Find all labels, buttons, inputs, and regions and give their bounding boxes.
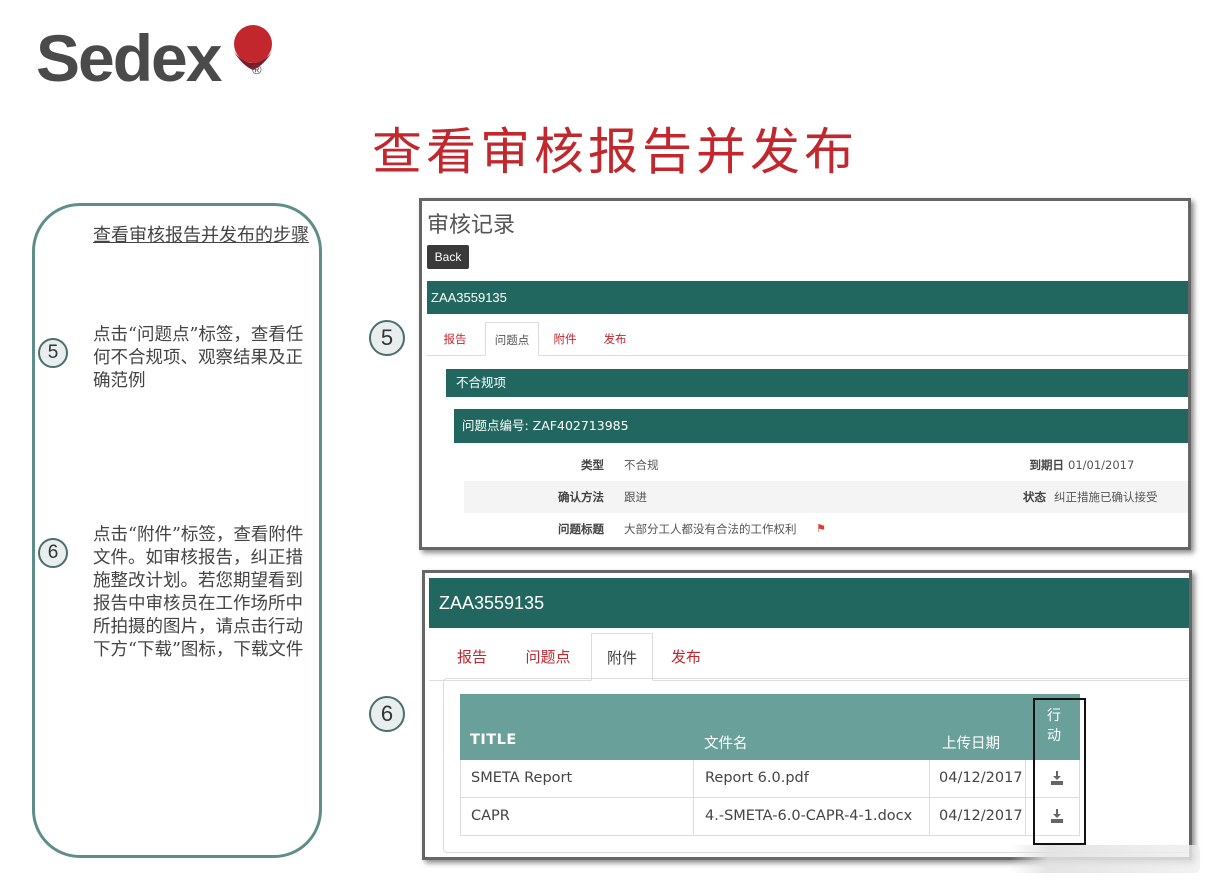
table-row: SMETA Report Report 6.0.pdf 04/12/2017	[460, 760, 1080, 798]
column-header-title: TITLE	[470, 732, 517, 748]
flag-icon: ⚑	[816, 522, 826, 535]
step-text: 点击“问题点”标签，查看任何不合规项、观察结果及正确范例	[93, 325, 304, 391]
detail-value: 纠正措施已确认接受	[1054, 490, 1158, 504]
audit-id-bar: ZAA3559135	[429, 578, 1189, 628]
detail-value: 01/01/2017	[1068, 458, 1135, 472]
tab-attachments[interactable]: 附件	[591, 633, 653, 681]
column-divider	[693, 760, 694, 836]
tab-report[interactable]: 报告	[451, 633, 493, 681]
detail-value: 不合规	[624, 458, 659, 472]
column-header-upload-date: 上传日期	[942, 736, 1000, 752]
logo-registered-mark: ®	[252, 62, 262, 77]
step-number-badge: 6	[38, 538, 68, 568]
cell-upload-date: 04/12/2017	[939, 770, 1023, 786]
step-text: 点击“附件”标签，查看附件文件。如审核报告，纠正措施整改计划。若您期望看到报告中…	[93, 525, 304, 660]
detail-label: 问题标题	[558, 522, 604, 536]
back-button[interactable]: Back	[427, 245, 469, 269]
detail-label: 类型	[581, 458, 604, 472]
column-divider	[1025, 760, 1026, 836]
detail-label: 确认方法	[558, 490, 604, 504]
detail-value: 跟进	[624, 490, 647, 504]
watermark-blur	[1010, 845, 1200, 873]
column-header-filename: 文件名	[704, 736, 748, 752]
cell-title: CAPR	[471, 808, 510, 824]
step-marker-5: 5	[369, 320, 405, 356]
cell-filename: 4.-SMETA-6.0-CAPR-4-1.docx	[705, 808, 913, 824]
column-divider	[929, 760, 930, 836]
tab-issues[interactable]: 问题点	[519, 633, 577, 681]
step-marker-6: 6	[369, 696, 405, 732]
section-header-noncompliance[interactable]: 不合规项	[446, 369, 1188, 397]
page-title: 查看审核报告并发布	[372, 123, 858, 181]
cell-upload-date: 04/12/2017	[939, 808, 1023, 824]
attachments-screenshot: ZAA3559135 报告 问题点 附件 发布 TITLE 文件名 上传日期 行…	[422, 570, 1192, 860]
tab-bar: 报告 问题点 附件 发布	[427, 322, 1188, 356]
sedex-logo: Sedex	[36, 18, 222, 98]
table-row: CAPR 4.-SMETA-6.0-CAPR-4-1.docx 04/12/20…	[460, 798, 1080, 836]
cell-title: SMETA Report	[471, 770, 573, 786]
action-highlight-box	[1033, 698, 1086, 845]
tab-publish[interactable]: 发布	[595, 322, 635, 356]
steps-heading: 查看审核报告并发布的步骤	[93, 225, 309, 246]
detail-label: 到期日	[1029, 458, 1065, 472]
detail-value: 大部分工人都没有合法的工作权利	[624, 522, 797, 536]
audit-record-title: 审核记录	[427, 213, 516, 238]
detail-row: 确认方法 跟进 状态 纠正措施已确认接受	[464, 481, 1188, 513]
steps-panel: 查看审核报告并发布的步骤 5 点击“问题点”标签，查看任何不合规项、观察结果及正…	[32, 203, 322, 858]
tab-issues[interactable]: 问题点	[485, 322, 539, 356]
cell-filename: Report 6.0.pdf	[705, 770, 809, 786]
detail-row: 类型 不合规 到期日 01/01/2017	[464, 449, 1188, 481]
tab-publish[interactable]: 发布	[665, 633, 707, 681]
detail-label: 状态	[1023, 490, 1046, 504]
detail-row: 问题标题 大部分工人都没有合法的工作权利 ⚑	[464, 513, 1188, 545]
tab-bar: 报告 问题点 附件 发布	[429, 633, 1189, 681]
tab-report[interactable]: 报告	[435, 322, 475, 356]
logo-text: Sedex	[36, 21, 222, 95]
tab-attachments[interactable]: 附件	[545, 322, 585, 356]
issue-number-header[interactable]: 问题点编号: ZAF402713985	[454, 409, 1188, 443]
audit-id-bar: ZAA3559135	[427, 281, 1188, 314]
table-header: TITLE 文件名 上传日期 行动	[460, 694, 1080, 760]
audit-record-screenshot: 审核记录 Back ZAA3559135 报告 问题点 附件 发布 不合规项 问…	[419, 198, 1191, 550]
step-number-badge: 5	[38, 338, 68, 368]
